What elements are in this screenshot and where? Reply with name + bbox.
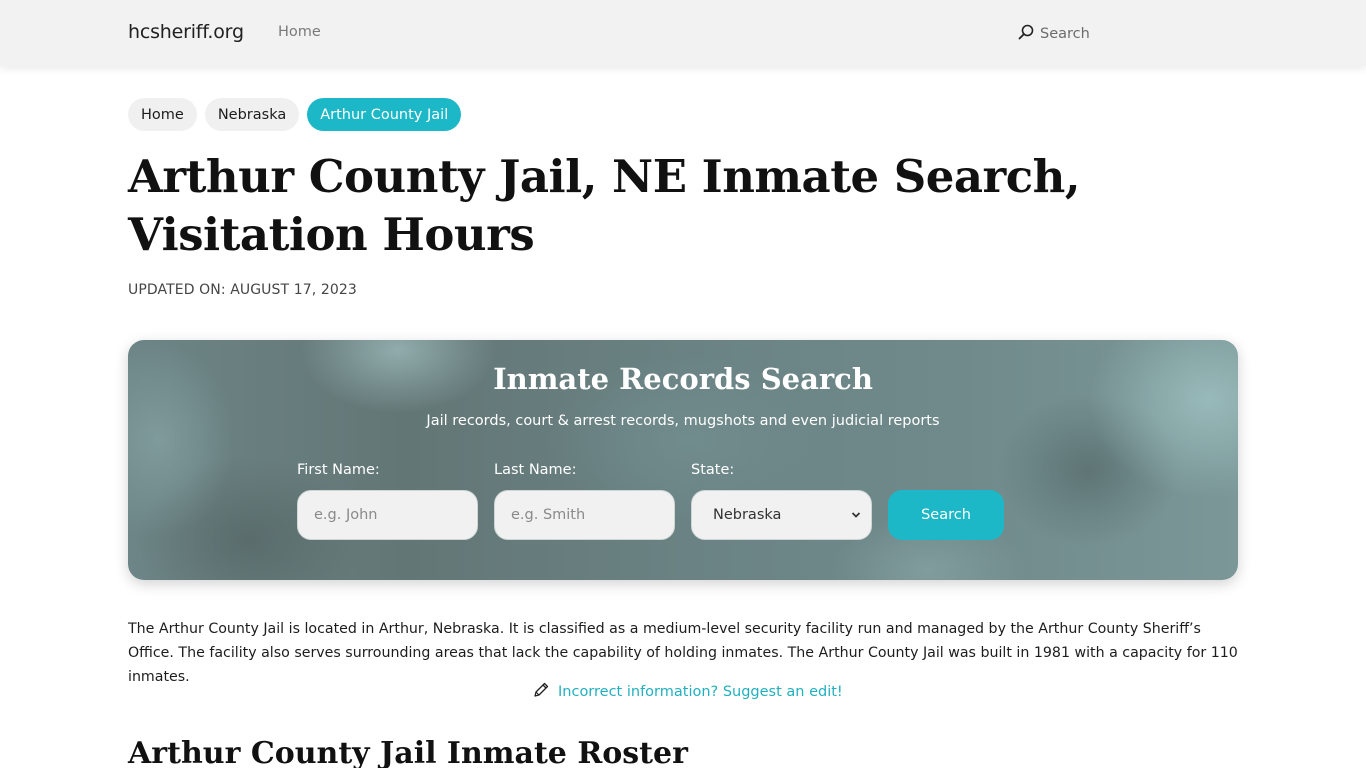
search-card-title: Inmate Records Search <box>493 362 873 396</box>
last-name-label: Last Name: <box>494 462 577 478</box>
breadcrumb-arthur-county-jail[interactable]: Arthur County Jail <box>307 98 462 131</box>
nav-home-link[interactable]: Home <box>278 24 321 40</box>
last-name-input[interactable] <box>494 490 675 540</box>
state-select[interactable]: Nebraska <box>691 490 872 540</box>
page-title: Arthur County Jail, NE Inmate Search, Vi… <box>128 150 1081 261</box>
search-icon <box>1018 24 1034 44</box>
top-navbar: hcsheriff.org Home Search <box>0 0 1366 66</box>
first-name-input[interactable] <box>297 490 478 540</box>
chevron-down-icon <box>851 507 861 523</box>
state-label: State: <box>691 462 735 478</box>
suggest-edit-label: Incorrect information? Suggest an edit! <box>558 684 843 700</box>
roster-section-title: Arthur County Jail Inmate Roster <box>128 736 688 768</box>
search-submit-button[interactable]: Search <box>888 490 1004 540</box>
search-card-subtitle: Jail records, court & arrest records, mu… <box>426 413 940 429</box>
nav-search-label: Search <box>1040 26 1090 42</box>
state-selected-value: Nebraska <box>713 507 782 523</box>
suggest-edit-link[interactable]: Incorrect information? Suggest an edit! <box>532 681 843 703</box>
breadcrumb-home[interactable]: Home <box>128 98 197 131</box>
updated-date: UPDATED ON: AUGUST 17, 2023 <box>128 282 357 298</box>
nav-search-button[interactable]: Search <box>1018 22 1090 46</box>
pencil-icon <box>532 681 550 703</box>
site-brand-link[interactable]: hcsheriff.org <box>128 21 244 43</box>
inmate-search-card: Inmate Records Search Jail records, cour… <box>128 340 1238 580</box>
breadcrumb-nebraska[interactable]: Nebraska <box>204 98 300 131</box>
intro-paragraph: The Arthur County Jail is located in Art… <box>128 621 1238 685</box>
breadcrumb: Home Nebraska Arthur County Jail <box>128 98 462 131</box>
first-name-label: First Name: <box>297 462 380 478</box>
